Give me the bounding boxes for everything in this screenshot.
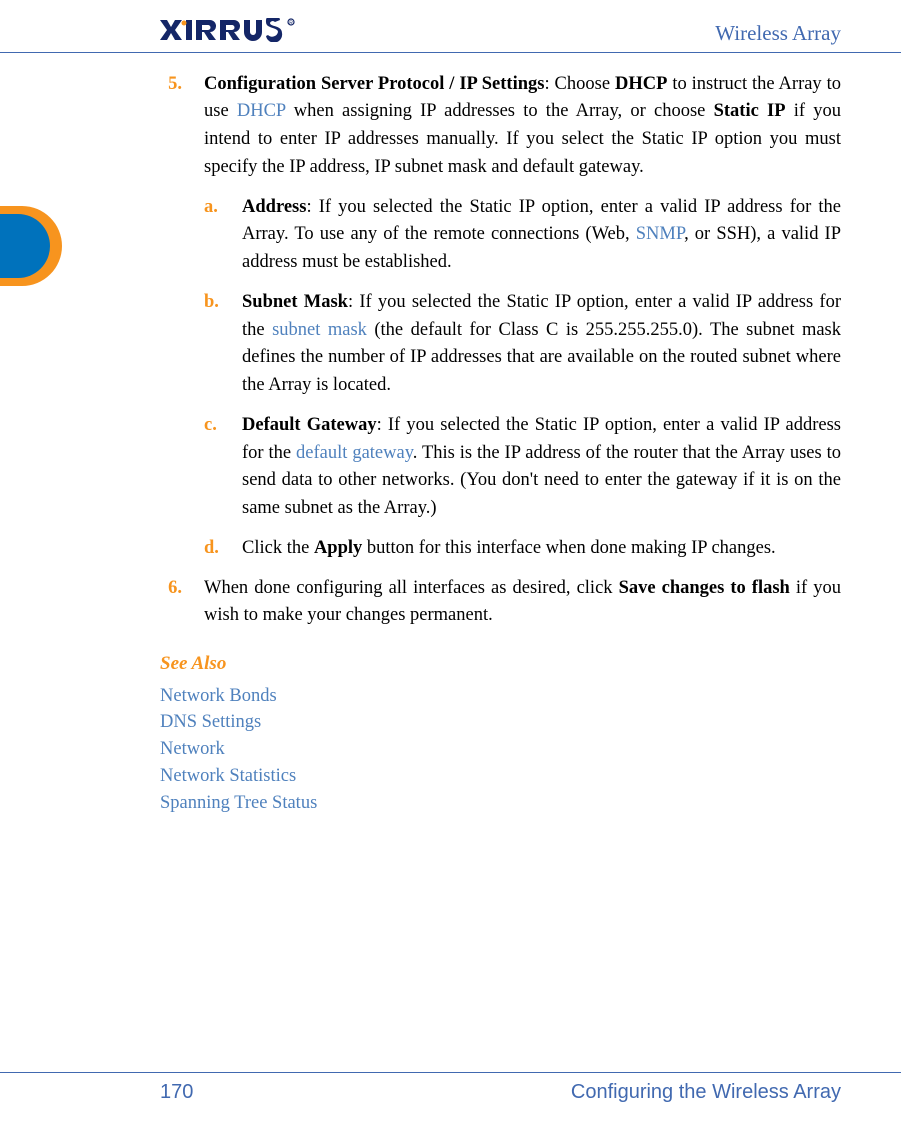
page-number: 170: [160, 1077, 193, 1107]
side-tab-icon: [0, 206, 62, 286]
item-number: 6.: [160, 575, 182, 631]
snmp-link[interactable]: SNMP: [636, 224, 684, 244]
sub-body: Subnet Mask: If you selected the Static …: [242, 289, 841, 400]
svg-text:R: R: [289, 21, 293, 27]
sub-letter: c.: [204, 412, 224, 523]
section-title: Configuring the Wireless Array: [571, 1077, 841, 1107]
see-also-link[interactable]: Network Bonds: [160, 683, 841, 710]
sub-item-d: d. Click the Apply button for this inter…: [204, 535, 841, 563]
page-header: R Wireless Array: [0, 18, 901, 53]
list-item-5: 5. Configuration Server Protocol / IP Se…: [160, 71, 841, 182]
xirrus-logo: R: [160, 18, 305, 42]
see-also-heading: See Also: [160, 650, 841, 679]
sub-item-a: a. Address: If you selected the Static I…: [204, 194, 841, 277]
doc-title: Wireless Array: [715, 18, 841, 50]
item-body: When done configuring all interfaces as …: [204, 575, 841, 631]
item-body: Configuration Server Protocol / IP Setti…: [204, 71, 841, 182]
sub-letter: b.: [204, 289, 224, 400]
sub-body: Default Gateway: If you selected the Sta…: [242, 412, 841, 523]
default-gateway-link[interactable]: default gateway: [296, 443, 413, 463]
page-footer: 170 Configuring the Wireless Array: [0, 1072, 901, 1107]
see-also-link[interactable]: Network Statistics: [160, 763, 841, 790]
sub-letter: a.: [204, 194, 224, 277]
dhcp-link[interactable]: DHCP: [237, 101, 286, 121]
see-also-link[interactable]: Spanning Tree Status: [160, 790, 841, 817]
sub-item-b: b. Subnet Mask: If you selected the Stat…: [204, 289, 841, 400]
list-item-6: 6. When done configuring all interfaces …: [160, 575, 841, 631]
subnet-mask-link[interactable]: subnet mask: [272, 320, 367, 340]
page-content: 5. Configuration Server Protocol / IP Se…: [0, 71, 901, 817]
sub-body: Address: If you selected the Static IP o…: [242, 194, 841, 277]
see-also-list: Network Bonds DNS Settings Network Netwo…: [160, 683, 841, 817]
sub-item-c: c. Default Gateway: If you selected the …: [204, 412, 841, 523]
item-number: 5.: [160, 71, 182, 182]
sub-body: Click the Apply button for this interfac…: [242, 535, 841, 563]
see-also-link[interactable]: Network: [160, 736, 841, 763]
see-also-link[interactable]: DNS Settings: [160, 709, 841, 736]
item-title: Configuration Server Protocol / IP Setti…: [204, 74, 544, 94]
sub-letter: d.: [204, 535, 224, 563]
